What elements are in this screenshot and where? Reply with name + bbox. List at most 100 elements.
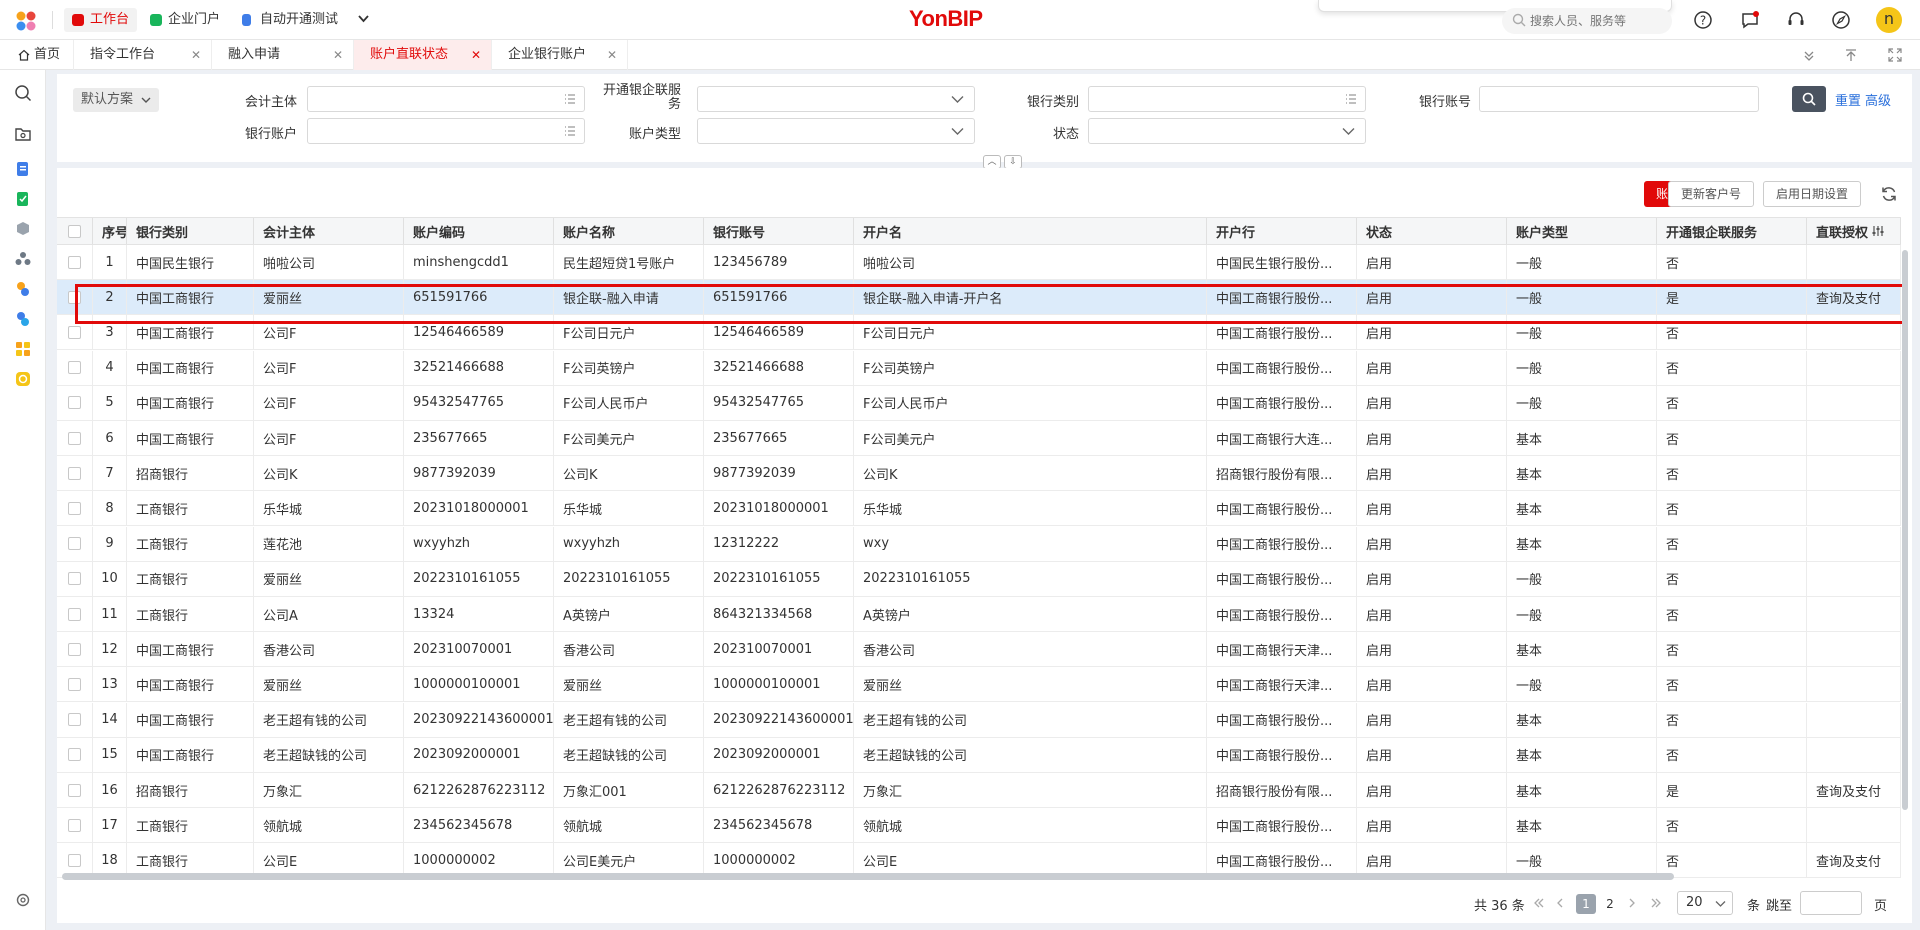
app-tab-auto-test[interactable]: 自动开通测试 — [234, 8, 346, 32]
row-checkbox[interactable] — [68, 853, 81, 867]
search-icon[interactable] — [14, 84, 32, 102]
refresh-icon[interactable] — [1880, 185, 1898, 203]
row-checkbox[interactable] — [68, 325, 81, 339]
row-checkbox[interactable] — [68, 818, 81, 832]
compass-icon[interactable] — [1831, 10, 1851, 30]
row-checkbox[interactable] — [68, 713, 81, 727]
row-checkbox[interactable] — [68, 361, 81, 375]
list-icon[interactable] — [1345, 93, 1357, 105]
jump-page-input[interactable] — [1800, 891, 1862, 915]
search-input[interactable] — [1530, 12, 1660, 30]
row-checkbox[interactable] — [68, 431, 81, 445]
table-row[interactable]: 14 中国工商银行 老王超有钱的公司 20230922143600001 老王超有钱的公… — [57, 702, 1901, 738]
col-header[interactable]: 会计主体 — [254, 218, 404, 244]
badge-icon[interactable] — [14, 370, 32, 388]
bank-account-no-input[interactable] — [1479, 86, 1759, 112]
close-icon[interactable]: ✕ — [191, 40, 201, 70]
row-checkbox[interactable] — [68, 290, 81, 304]
status-select[interactable] — [1088, 118, 1366, 144]
row-checkbox[interactable] — [68, 783, 81, 797]
close-icon[interactable]: ✕ — [333, 40, 343, 70]
col-header[interactable]: 账户类型 — [1507, 218, 1657, 244]
table-row[interactable]: 17 工商银行 领航城 234562345678 领航城 234562345678 领航城中… — [57, 808, 1901, 844]
list-icon[interactable] — [564, 125, 576, 137]
table-row[interactable]: 4 中国工商银行 公司F 32521466688 F公司英镑户 32521466688 F公… — [57, 350, 1901, 386]
row-checkbox[interactable] — [68, 607, 81, 621]
row-checkbox[interactable] — [68, 677, 81, 691]
tab-inflow-application[interactable]: 融入申请 ✕ — [212, 40, 354, 70]
table-row[interactable]: 1 中国民生银行 啪啦公司 minshengcdd1 民生超短贷1号账户 12345678… — [57, 245, 1901, 280]
col-header[interactable]: 银行账号 — [704, 218, 854, 244]
col-header[interactable]: 开通银企联服务 — [1657, 218, 1807, 244]
bank-ent-service-select[interactable] — [697, 86, 975, 112]
pin-icon[interactable]: ⇩ — [1004, 155, 1022, 169]
page-size-select[interactable]: 20 — [1677, 891, 1733, 915]
double-chevron-down-icon[interactable] — [1803, 50, 1815, 62]
doc-blue-icon[interactable] — [14, 160, 32, 178]
col-header[interactable]: 账户编码 — [404, 218, 554, 244]
col-header[interactable]: 序号 — [93, 218, 127, 244]
vertical-scrollbar[interactable] — [1902, 250, 1908, 810]
first-page-icon[interactable] — [1533, 898, 1545, 908]
tab-enterprise-bank-account[interactable]: 企业银行账户 ✕ — [492, 40, 628, 70]
table-row[interactable]: 16 招商银行 万象汇 6212262876223112 万象汇001 621226287… — [57, 773, 1901, 808]
tab-home[interactable]: 首页 — [0, 40, 74, 70]
collapse-up-icon[interactable]: ︿ — [983, 155, 1001, 169]
col-header[interactable]: 状态 — [1357, 218, 1507, 244]
accounting-entity-field[interactable] — [307, 86, 585, 112]
close-icon[interactable]: ✕ — [607, 40, 617, 70]
select-all-checkbox[interactable] — [68, 224, 81, 238]
col-header[interactable]: 开户名 — [854, 218, 1207, 244]
table-row[interactable]: 15 中国工商银行 老王超缺钱的公司 2023092000001 老王超缺钱的公司 202… — [57, 737, 1901, 773]
table-row[interactable]: 2 中国工商银行 爱丽丝 651591766 银企联-融入申请 651591766 银企联-… — [57, 280, 1901, 316]
page-1[interactable]: 1 — [1576, 894, 1596, 914]
tab-account-direct-status[interactable]: 账户直联状态 ✕ — [354, 40, 492, 70]
table-row[interactable]: 12 中国工商银行 香港公司 202310070001 香港公司 202310070001… — [57, 632, 1901, 668]
list-icon[interactable] — [564, 93, 576, 105]
table-row[interactable]: 10 工商银行 爱丽丝 2022310161055 2022310161055 20223… — [57, 561, 1901, 597]
bank-type-field[interactable] — [1088, 86, 1366, 112]
app-tab-portal[interactable]: 企业门户 — [142, 8, 228, 32]
search-button[interactable] — [1792, 86, 1826, 112]
row-checkbox[interactable] — [68, 501, 81, 515]
tab-instruction-workbench[interactable]: 指令工作台 ✕ — [74, 40, 212, 70]
reset-link[interactable]: 重置 — [1835, 90, 1861, 109]
cube-icon[interactable] — [14, 220, 32, 238]
help-icon[interactable]: ? — [1693, 10, 1713, 30]
avatar[interactable]: n — [1876, 7, 1902, 33]
col-header[interactable]: 开户行 — [1207, 218, 1357, 244]
app-tab-workbench[interactable]: 工作台 — [64, 8, 138, 32]
next-page-icon[interactable] — [1628, 898, 1636, 908]
pin-top-icon[interactable] — [1844, 48, 1858, 62]
table-row[interactable]: 13 中国工商银行 爱丽丝 1000000100001 爱丽丝 1000000100001… — [57, 667, 1901, 703]
hierarchy-icon[interactable] — [14, 310, 32, 328]
page-2[interactable]: 2 — [1600, 894, 1620, 914]
headset-icon[interactable] — [1786, 10, 1806, 30]
row-checkbox[interactable] — [68, 572, 81, 586]
close-icon[interactable]: ✕ — [471, 40, 481, 70]
table-row[interactable]: 6 中国工商银行 公司F 235677665 F公司美元户 235677665 F公司美元户… — [57, 421, 1901, 456]
table-row[interactable]: 8 工商银行 乐华城 20231018000001 乐华城 20231018000001 乐… — [57, 491, 1901, 527]
table-row[interactable]: 11 工商银行 公司A 13324 A英镑户 864321334568 A英镑户 中国工商银行… — [57, 597, 1901, 632]
row-checkbox[interactable] — [68, 255, 81, 269]
global-search[interactable] — [1502, 8, 1672, 34]
fullscreen-icon[interactable] — [1888, 48, 1902, 62]
row-checkbox[interactable] — [68, 396, 81, 410]
last-page-icon[interactable] — [1650, 898, 1662, 908]
enable-date-button[interactable]: 启用日期设置 — [1763, 181, 1862, 207]
folder-icon[interactable] — [14, 125, 32, 143]
table-row[interactable]: 7 招商银行 公司K 9877392039 公司K 9877392039 公司K 招商银行股份… — [57, 456, 1901, 492]
horizontal-scrollbar[interactable] — [62, 873, 1674, 880]
coins-icon[interactable] — [14, 280, 32, 298]
app-launcher-icon[interactable] — [15, 10, 37, 32]
row-checkbox[interactable] — [68, 466, 81, 480]
bank-account-field[interactable] — [307, 118, 585, 144]
gear-icon[interactable] — [15, 892, 31, 908]
row-checkbox[interactable] — [68, 748, 81, 762]
col-header[interactable]: 银行类别 — [127, 218, 254, 244]
chevron-down-icon[interactable] — [357, 14, 370, 24]
prev-page-icon[interactable] — [1556, 898, 1564, 908]
update-customer-button[interactable]: 更新客户号 — [1668, 181, 1755, 207]
sheet-green-icon[interactable] — [14, 190, 32, 208]
people-icon[interactable] — [14, 250, 32, 268]
